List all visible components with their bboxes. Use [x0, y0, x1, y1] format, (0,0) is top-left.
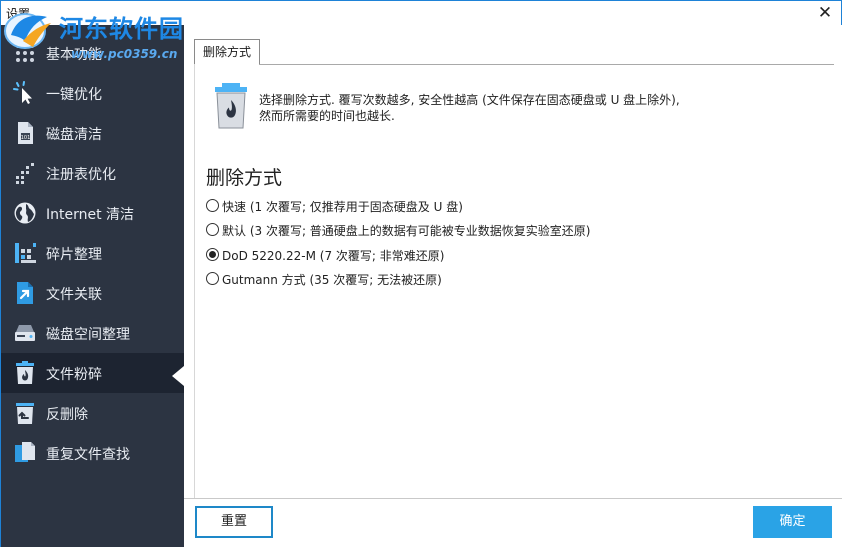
tab-delete-method[interactable]: 删除方式	[194, 39, 260, 65]
sidebar-item-undelete[interactable]: 反删除	[1, 393, 184, 433]
settings-window: 设置 ✕ 基本功能 一键优化 101 磁盘清洁 注册表优化 Internet 清…	[0, 0, 842, 547]
sidebar-item-defrag[interactable]: 碎片整理	[1, 233, 184, 273]
sidebar-item-label: 碎片整理	[46, 247, 102, 263]
registry-dots-icon	[16, 163, 34, 184]
sidebar-item-file-association[interactable]: 文件关联	[1, 273, 184, 313]
active-item-indicator	[172, 366, 184, 386]
sidebar-item-label: 基本功能	[46, 47, 102, 63]
footer-divider	[184, 498, 842, 499]
tab-strip-divider	[259, 64, 834, 65]
window-title: 设置	[6, 7, 31, 21]
close-button[interactable]: ✕	[815, 3, 835, 23]
sidebar-item-label: 文件关联	[46, 287, 102, 303]
sidebar-item-disk-space[interactable]: 磁盘空间整理	[1, 313, 184, 353]
section-title: 删除方式	[206, 167, 283, 189]
duplicate-files-icon	[15, 442, 35, 462]
reset-button[interactable]: 重置	[195, 506, 273, 538]
shredder-info-icon	[215, 83, 247, 129]
sidebar-item-disk-cleaner[interactable]: 101 磁盘清洁	[1, 113, 184, 153]
sidebar-item-label: 一键优化	[46, 87, 102, 103]
grid-dots-icon	[16, 44, 34, 62]
sidebar: 基本功能 一键优化 101 磁盘清洁 注册表优化 Internet 清洁 碎片整…	[1, 25, 184, 547]
option-label: 默认 (3 次覆写; 普通硬盘上的数据有可能被专业数据恢复实验室还原)	[222, 224, 591, 238]
radio-button[interactable]	[206, 199, 219, 212]
svg-text:101: 101	[21, 135, 31, 141]
panel-border	[194, 64, 195, 498]
info-description: 选择删除方式. 覆写次数越多, 安全性越高 (文件保存在固态硬盘或 U 盘上除外…	[259, 92, 779, 124]
disk-file-icon: 101	[18, 122, 33, 144]
info-line: 然而所需要的时间也越长.	[259, 109, 395, 123]
sidebar-item-label: 注册表优化	[46, 167, 116, 183]
cursor-sparkle-icon	[13, 81, 32, 104]
info-line: 选择删除方式. 覆写次数越多, 安全性越高 (文件保存在固态硬盘或 U 盘上除外…	[259, 93, 680, 107]
radio-button[interactable]	[206, 223, 219, 236]
option-label: Gutmann 方式 (35 次覆写; 无法被还原)	[222, 273, 442, 287]
title-bar: 设置 ✕	[1, 1, 841, 25]
defrag-bars-icon	[15, 243, 36, 263]
sidebar-item-one-click-optimize[interactable]: 一键优化	[1, 73, 184, 113]
sidebar-item-file-shredder[interactable]: 文件粉碎	[1, 353, 184, 393]
option-label: DoD 5220.22-M (7 次覆写; 非常难还原)	[222, 249, 445, 263]
sidebar-item-basic-functions[interactable]: 基本功能	[1, 33, 184, 73]
sidebar-item-duplicate-finder[interactable]: 重复文件查找	[1, 433, 184, 473]
hard-drive-icon	[15, 325, 35, 341]
ok-button[interactable]: 确定	[753, 506, 832, 538]
sidebar-item-label: 磁盘清洁	[46, 127, 102, 143]
sidebar-item-label: 磁盘空间整理	[46, 327, 130, 343]
sidebar-item-internet-cleaner[interactable]: Internet 清洁	[1, 193, 184, 233]
radio-button[interactable]	[206, 272, 219, 285]
sidebar-item-label: 文件粉碎	[46, 367, 102, 383]
option-label: 快速 (1 次覆写; 仅推荐用于固态硬盘及 U 盘)	[222, 200, 463, 214]
sidebar-item-label: 重复文件查找	[46, 447, 130, 463]
globe-icon	[14, 202, 36, 224]
file-link-icon	[17, 282, 33, 304]
sidebar-item-registry-optimize[interactable]: 注册表优化	[1, 153, 184, 193]
undo-delete-icon	[16, 403, 34, 424]
trash-fire-icon	[16, 361, 34, 384]
sidebar-item-label: Internet 清洁	[46, 207, 135, 223]
sidebar-item-label: 反删除	[46, 407, 88, 423]
radio-button-selected[interactable]	[206, 248, 219, 261]
main-content: 删除方式 选择删除方式. 覆写次数越多, 安全性越高 (文件保存在固态硬盘或 U…	[184, 25, 842, 547]
